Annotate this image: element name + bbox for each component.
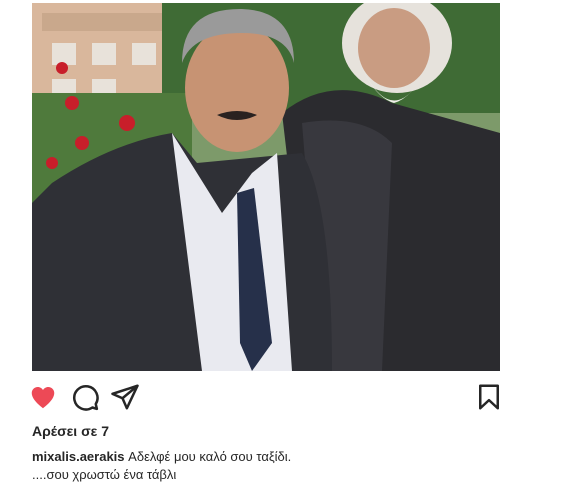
caption-text-line1: Αδελφέ μου καλό σου ταξίδι.: [128, 449, 292, 464]
caption-text-line2: ....σου χρωστώ ένα τάβλι: [32, 467, 177, 482]
share-button[interactable]: [110, 382, 140, 412]
heart-filled-icon: [31, 387, 55, 409]
post-action-bar: [28, 382, 502, 412]
like-button[interactable]: [28, 382, 58, 412]
save-button[interactable]: [474, 382, 504, 412]
likes-count[interactable]: Αρέσει σε 7: [32, 423, 109, 439]
bookmark-icon: [479, 384, 499, 410]
post-image[interactable]: [32, 3, 500, 371]
send-icon: [111, 384, 139, 410]
comment-button[interactable]: [70, 382, 100, 412]
caption-username[interactable]: mixalis.aerakis: [32, 449, 125, 464]
comment-icon: [73, 385, 99, 411]
post-caption: mixalis.aerakis Αδελφέ μου καλό σου ταξί…: [32, 448, 512, 484]
